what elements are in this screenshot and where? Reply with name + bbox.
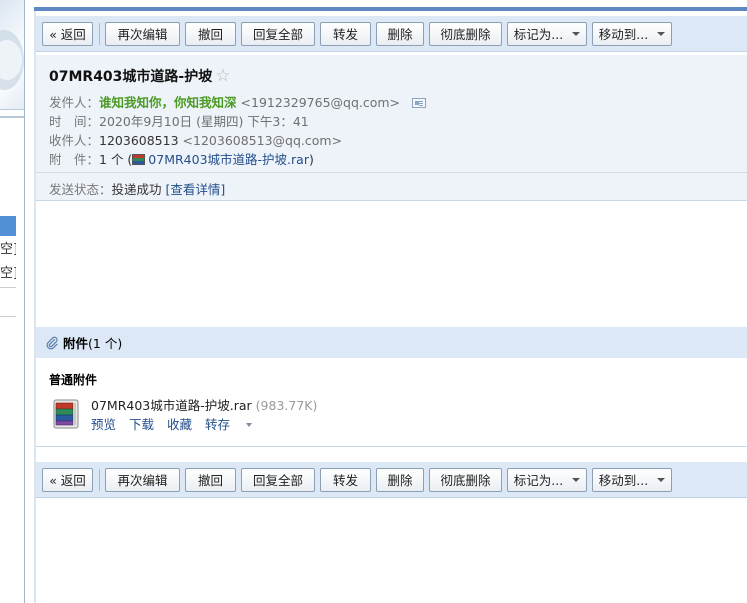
- time-label: 时 间：: [49, 114, 100, 129]
- collect-link[interactable]: 收藏: [167, 414, 192, 433]
- save-to-dropdown[interactable]: 转存: [205, 414, 265, 433]
- sender-email[interactable]: <1912329765@qq.com>: [241, 95, 401, 110]
- status-value: 投递成功: [111, 182, 162, 197]
- frame-top-border: [34, 7, 747, 11]
- sidebar-selected-item[interactable]: [0, 216, 16, 236]
- back-button[interactable]: « 返回: [42, 21, 93, 46]
- attachment-count: 1 个 (: [99, 152, 133, 167]
- send-status-row: 发送状态：投递成功 [查看详情]: [49, 179, 225, 198]
- mail-subject: 07MR403城市道路-护坡 ☆: [49, 66, 230, 86]
- delete-permanently-button[interactable]: 彻底删除: [429, 21, 502, 46]
- chevron-down-icon: [572, 477, 581, 482]
- to-label: 收件人：: [49, 133, 100, 148]
- sidebar-item-fragment[interactable]: 空]: [0, 238, 16, 258]
- sender-name[interactable]: 谁知我知你，你知我知深: [99, 95, 237, 110]
- attachment-label: 附 件：: [49, 152, 100, 167]
- chevron-down-icon: [657, 477, 666, 482]
- sidebar-divider: [0, 287, 16, 288]
- attachment-close-paren: ): [308, 152, 314, 167]
- to-row: 收件人：1203608513 <1203608513@qq.com>: [49, 130, 342, 149]
- top-toolbar: « 返回 再次编辑 撤回 回复全部 转发 删除 彻底删除 标记为... 移动到.…: [36, 16, 747, 52]
- bottom-toolbar: « 返回 再次编辑 撤回 回复全部 转发 删除 彻底删除 标记为... 移动到.…: [36, 462, 747, 498]
- chevron-down-icon: [657, 31, 666, 36]
- attachments-panel: 普通附件 07MR403城市道路-护坡.rar (983.77K) 预览 下载 …: [36, 358, 747, 447]
- chevron-down-icon: [572, 31, 581, 36]
- attachment-filename[interactable]: 07MR403城市道路-护坡.rar: [91, 398, 252, 413]
- mark-as-dropdown[interactable]: 标记为...: [507, 467, 587, 492]
- recipient-email[interactable]: <1203608513@qq.com>: [183, 133, 343, 148]
- sidebar-banner: [0, 0, 24, 110]
- attachment-filesize: (983.77K): [255, 398, 318, 413]
- forward-button[interactable]: 转发: [320, 467, 371, 492]
- delete-button[interactable]: 删除: [376, 21, 424, 46]
- reedit-button[interactable]: 再次编辑: [105, 467, 180, 492]
- mark-as-dropdown[interactable]: 标记为...: [507, 21, 587, 46]
- attachment-link[interactable]: 07MR403城市道路-护坡.rar: [148, 152, 309, 167]
- star-icon[interactable]: ☆: [215, 66, 230, 86]
- save-to-label: 转存: [205, 417, 231, 432]
- attachment-file-row: 07MR403城市道路-护坡.rar (983.77K): [91, 395, 317, 414]
- attachment-row: 附 件：1 个 ( 07MR403城市道路-护坡.rar): [49, 149, 314, 168]
- attachments-header: 附件 (1 个): [36, 327, 747, 358]
- back-button[interactable]: « 返回: [42, 467, 93, 492]
- move-to-label: 移动到...: [598, 473, 649, 488]
- sidebar-divider: [0, 316, 16, 317]
- attachments-title: 附件: [63, 336, 89, 351]
- status-label: 发送状态：: [49, 182, 112, 197]
- reply-all-button[interactable]: 回复全部: [241, 21, 315, 46]
- recall-button[interactable]: 撤回: [185, 21, 236, 46]
- view-details-link[interactable]: [查看详情]: [166, 182, 226, 197]
- from-label: 发件人：: [49, 95, 100, 110]
- header-divider: [36, 172, 747, 173]
- reedit-button[interactable]: 再次编辑: [105, 21, 180, 46]
- download-link[interactable]: 下载: [129, 414, 154, 433]
- attachment-actions: 预览 下载 收藏 转存: [91, 414, 278, 433]
- move-to-dropdown[interactable]: 移动到...: [592, 21, 672, 46]
- chevron-down-icon: [246, 423, 253, 427]
- recipient-name[interactable]: 1203608513: [99, 133, 179, 148]
- sidebar-item-fragment[interactable]: 空]: [0, 262, 16, 282]
- toolbar-separator: [99, 22, 100, 45]
- move-to-dropdown[interactable]: 移动到...: [592, 467, 672, 492]
- mark-as-label: 标记为...: [513, 473, 564, 488]
- time-value: 2020年9月10日 (星期四) 下午3：41: [99, 114, 309, 129]
- delete-permanently-button[interactable]: 彻底删除: [429, 467, 502, 492]
- mark-as-label: 标记为...: [513, 27, 564, 42]
- toolbar-separator: [99, 468, 100, 491]
- subject-text: 07MR403城市道路-护坡: [49, 69, 213, 85]
- reply-all-button[interactable]: 回复全部: [241, 467, 315, 492]
- paperclip-icon: [46, 336, 58, 349]
- left-sidebar: 空] 空]: [0, 0, 25, 603]
- rar-file-icon[interactable]: [53, 398, 81, 430]
- sidebar-divider: [0, 116, 24, 118]
- move-to-label: 移动到...: [598, 27, 649, 42]
- time-row: 时 间：2020年9月10日 (星期四) 下午3：41: [49, 111, 309, 130]
- forward-button[interactable]: 转发: [320, 21, 371, 46]
- attachments-count: (1 个): [88, 336, 123, 351]
- preview-link[interactable]: 预览: [91, 414, 116, 433]
- normal-attachments-title: 普通附件: [49, 373, 98, 387]
- delete-button[interactable]: 删除: [376, 467, 424, 492]
- from-row: 发件人：谁知我知你，你知我知深 <1912329765@qq.com>: [49, 92, 427, 111]
- contact-card-icon[interactable]: [412, 98, 427, 108]
- rar-file-icon: [132, 154, 146, 165]
- mail-header: 07MR403城市道路-护坡 ☆ 发件人：谁知我知你，你知我知深 <1912329…: [36, 55, 747, 201]
- recall-button[interactable]: 撤回: [185, 467, 236, 492]
